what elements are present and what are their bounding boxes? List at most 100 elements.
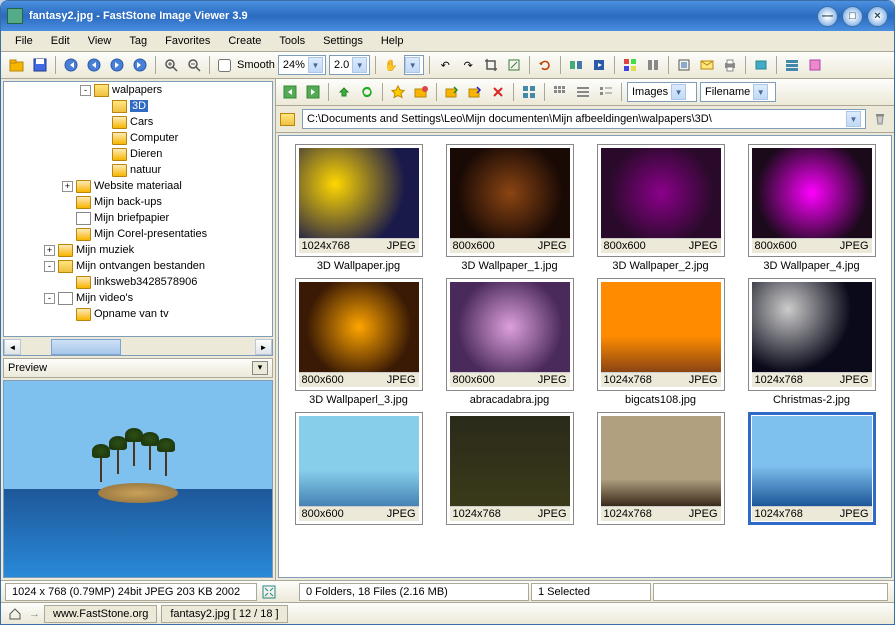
hand-dropdown[interactable]: ▼ <box>404 55 424 75</box>
skin-icon[interactable] <box>805 55 825 75</box>
open-icon[interactable] <box>7 55 27 75</box>
tree-node[interactable]: -Mijn video's <box>4 290 272 306</box>
menu-settings[interactable]: Settings <box>315 33 371 49</box>
nav-last-icon[interactable] <box>130 55 150 75</box>
rotate-left-icon[interactable]: ↶ <box>435 55 455 75</box>
scroll-right-icon[interactable]: ► <box>255 339 272 355</box>
new-folder-icon[interactable] <box>411 82 431 102</box>
tree-node[interactable]: Mijn back-ups <box>4 194 272 210</box>
fit-icon[interactable] <box>259 582 279 602</box>
tree-node[interactable]: +Website materiaal <box>4 178 272 194</box>
smooth-checkbox[interactable] <box>218 59 231 72</box>
nav-back-icon[interactable] <box>280 82 300 102</box>
tree-node[interactable]: Cars <box>4 114 272 130</box>
menu-file[interactable]: File <box>7 33 41 49</box>
close-button[interactable]: × <box>867 6 888 27</box>
menu-help[interactable]: Help <box>373 33 412 49</box>
maximize-button[interactable]: □ <box>842 6 863 27</box>
hand-tool-icon[interactable]: ✋ <box>381 55 401 75</box>
thumbnail[interactable]: 1024x768JPEG <box>740 412 883 528</box>
thumbnail-grid[interactable]: 1024x768JPEG3D Wallpaper.jpg800x600JPEG3… <box>278 135 892 578</box>
zoom-out-icon[interactable] <box>184 55 204 75</box>
menu-tools[interactable]: Tools <box>271 33 313 49</box>
nav-next-icon[interactable] <box>107 55 127 75</box>
tree-expand-icon[interactable]: - <box>44 293 55 304</box>
tree-node[interactable]: Computer <box>4 130 272 146</box>
menu-edit[interactable]: Edit <box>43 33 78 49</box>
tree-node[interactable]: Opname van tv <box>4 306 272 322</box>
tree-node[interactable]: +Mijn muziek <box>4 242 272 258</box>
tree-expand-icon[interactable]: + <box>44 245 55 256</box>
thumbnail[interactable]: 1024x768JPEG <box>589 412 732 528</box>
rotate-right-icon[interactable]: ↷ <box>458 55 478 75</box>
move-to-icon[interactable] <box>465 82 485 102</box>
menu-tag[interactable]: Tag <box>121 33 155 49</box>
resize-icon[interactable] <box>504 55 524 75</box>
crop-icon[interactable] <box>481 55 501 75</box>
filter-combo[interactable]: Images▼ <box>627 82 697 102</box>
nav-first-icon[interactable] <box>61 55 81 75</box>
thumbnail[interactable]: 800x600JPEG3D Wallpaper_4.jpg <box>740 144 883 272</box>
tree-node[interactable]: Mijn briefpapier <box>4 210 272 226</box>
scroll-left-icon[interactable]: ◄ <box>4 339 21 355</box>
tool1-icon[interactable] <box>620 55 640 75</box>
tree-node[interactable]: natuur <box>4 162 272 178</box>
email-icon[interactable] <box>697 55 717 75</box>
print-icon[interactable] <box>720 55 740 75</box>
thumbnail[interactable]: 800x600JPEG3D Wallpaper_2.jpg <box>589 144 732 272</box>
zoom-percent-combo[interactable]: 24%▼ <box>278 55 326 75</box>
thumbnail[interactable]: 800x600JPEG <box>287 412 430 528</box>
tree-node[interactable]: Dieren <box>4 146 272 162</box>
titlebar[interactable]: fantasy2.jpg - FastStone Image Viewer 3.… <box>1 1 894 31</box>
refresh-icon[interactable] <box>357 82 377 102</box>
menu-favorites[interactable]: Favorites <box>157 33 218 49</box>
thumbnail[interactable]: 1024x768JPEGbigcats108.jpg <box>589 278 732 406</box>
menu-create[interactable]: Create <box>220 33 269 49</box>
tree-expand-icon[interactable]: - <box>44 261 55 272</box>
thumbnail[interactable]: 800x600JPEG3D Wallpaperl_3.jpg <box>287 278 430 406</box>
copy-to-icon[interactable] <box>442 82 462 102</box>
thumbnail[interactable]: 800x600JPEG3D Wallpaper_1.jpg <box>438 144 581 272</box>
nav-forward-icon[interactable] <box>303 82 323 102</box>
favorite-icon[interactable] <box>388 82 408 102</box>
slideshow-icon[interactable] <box>589 55 609 75</box>
folder-tree[interactable]: -walpapers3DCarsComputerDierennatuur+Web… <box>3 81 273 337</box>
recycle-icon[interactable] <box>870 109 890 129</box>
minimize-button[interactable]: — <box>817 6 838 27</box>
tree-node[interactable]: 3D <box>4 98 272 114</box>
view-list-icon[interactable] <box>573 82 593 102</box>
home-icon[interactable] <box>5 604 25 624</box>
file-index-tab[interactable]: fantasy2.jpg [ 12 / 18 ] <box>161 605 287 623</box>
nav-prev-icon[interactable] <box>84 55 104 75</box>
sort-combo[interactable]: Filename▼ <box>700 82 776 102</box>
tree-node[interactable]: -Mijn ontvangen bestanden <box>4 258 272 274</box>
compare-icon[interactable] <box>566 55 586 75</box>
view-thumbs-icon[interactable] <box>519 82 539 102</box>
view-small-icon[interactable] <box>550 82 570 102</box>
tree-expand-icon[interactable]: - <box>80 85 91 96</box>
preview-toggle-button[interactable]: ▾ <box>252 361 268 375</box>
thumbnail[interactable]: 1024x768JPEG <box>438 412 581 528</box>
tree-node[interactable]: linksweb3428578906 <box>4 274 272 290</box>
thumbnail[interactable]: 1024x768JPEGChristmas-2.jpg <box>740 278 883 406</box>
tool3-icon[interactable] <box>674 55 694 75</box>
zoom-factor-combo[interactable]: 2.0▼ <box>329 55 370 75</box>
tree-node[interactable]: -walpapers <box>4 82 272 98</box>
settings-icon[interactable] <box>782 55 802 75</box>
tool2-icon[interactable] <box>643 55 663 75</box>
tree-expand-icon[interactable]: + <box>62 181 73 192</box>
menu-view[interactable]: View <box>80 33 120 49</box>
thumbnail[interactable]: 1024x768JPEG3D Wallpaper.jpg <box>287 144 430 272</box>
thumbnail[interactable]: 800x600JPEGabracadabra.jpg <box>438 278 581 406</box>
tree-scrollbar[interactable]: ◄ ► <box>3 339 273 356</box>
path-input[interactable]: C:\Documents and Settings\Leo\Mijn docum… <box>302 109 866 129</box>
website-link[interactable]: www.FastStone.org <box>44 605 157 623</box>
preview-panel[interactable] <box>3 380 273 578</box>
nav-up-icon[interactable] <box>334 82 354 102</box>
undo-icon[interactable] <box>535 55 555 75</box>
view-detail-icon[interactable] <box>596 82 616 102</box>
delete-icon[interactable] <box>488 82 508 102</box>
scroll-thumb[interactable] <box>51 339 121 355</box>
zoom-in-icon[interactable] <box>161 55 181 75</box>
tree-node[interactable]: Mijn Corel-presentaties <box>4 226 272 242</box>
